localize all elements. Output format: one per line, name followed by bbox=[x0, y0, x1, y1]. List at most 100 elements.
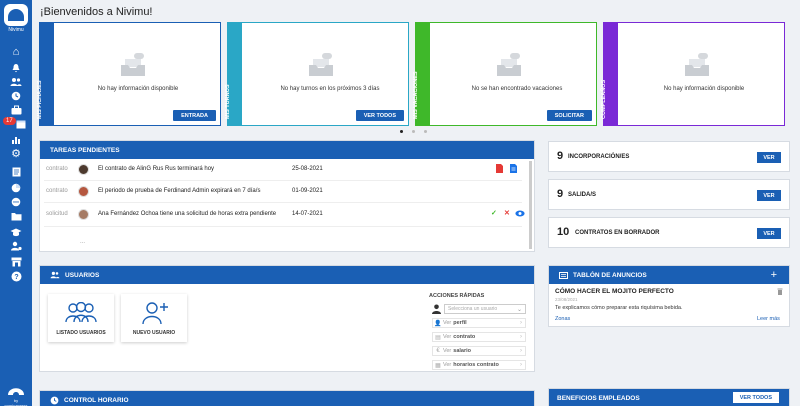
reject-icon[interactable]: ✕ bbox=[504, 210, 510, 217]
store-icon[interactable] bbox=[9, 256, 23, 268]
leer-mas-link[interactable]: Leer más bbox=[757, 316, 780, 322]
control-horario-title: CONTROL HORARIO bbox=[64, 396, 129, 404]
pdf-icon[interactable] bbox=[496, 164, 503, 173]
svg-text:?: ? bbox=[14, 274, 18, 281]
empty-inbox-icon bbox=[309, 53, 333, 76]
carousel-dot[interactable] bbox=[424, 130, 427, 133]
briefcase-icon[interactable] bbox=[9, 104, 23, 116]
pie-chart-icon[interactable] bbox=[9, 182, 23, 194]
action-prefix: Ver bbox=[443, 334, 452, 340]
zonas-link[interactable]: Zonas bbox=[555, 316, 570, 322]
incorporaciones-label: INCORPORACIÓN/ES bbox=[568, 154, 630, 160]
tablon-title: TABLÓN DE ANUNCIOS bbox=[573, 271, 647, 279]
nivimu-footer-logo bbox=[8, 388, 24, 395]
chevron-right-icon: › bbox=[520, 362, 522, 368]
newspaper-icon bbox=[559, 271, 568, 279]
contratos-count: 10 bbox=[557, 226, 570, 238]
avatar bbox=[78, 208, 89, 220]
task-type: contrato bbox=[46, 188, 68, 194]
ver-horarios-action[interactable]: ▦ Ver horarios contrato › bbox=[432, 360, 526, 370]
card-label: MIS TURNOS bbox=[225, 84, 231, 119]
trash-icon[interactable] bbox=[777, 288, 783, 295]
empty-message: No hay información disponible bbox=[663, 86, 745, 92]
task-row[interactable]: contrato El periodo de prueba de Ferdina… bbox=[40, 181, 524, 201]
empty-inbox-icon bbox=[497, 53, 521, 76]
scrollbar[interactable] bbox=[529, 161, 532, 249]
chat-icon[interactable] bbox=[9, 196, 23, 208]
nuevo-usuario-card[interactable]: NUEVO USUARIO bbox=[121, 294, 187, 342]
solicitar-button[interactable]: SOLICITAR bbox=[546, 110, 592, 121]
help-icon[interactable]: ? bbox=[9, 270, 23, 282]
approve-icon[interactable]: ✓ bbox=[491, 210, 497, 217]
ver-perfil-action[interactable]: 👤 Ver perfil › bbox=[432, 318, 526, 328]
announcement-date: 23/08/2021 bbox=[555, 297, 578, 302]
ver-todos-beneficios-button[interactable]: VER TODOS bbox=[732, 392, 779, 403]
empty-inbox-icon bbox=[121, 53, 145, 76]
users-icon[interactable] bbox=[9, 76, 23, 88]
listado-usuarios-card[interactable]: LISTADO USUARIOS bbox=[48, 294, 114, 342]
salidas-card: 9 SALIDA/S VER bbox=[548, 179, 790, 210]
clock-icon[interactable] bbox=[9, 90, 23, 102]
folder-icon[interactable] bbox=[9, 210, 23, 222]
bell-icon[interactable] bbox=[9, 62, 23, 74]
user-icon bbox=[432, 304, 441, 314]
view-icon[interactable] bbox=[515, 210, 525, 217]
chart-icon[interactable] bbox=[9, 134, 23, 146]
card-label: MIS VACACIONES bbox=[413, 71, 419, 119]
card-label: CUMPLEAÑOS bbox=[601, 79, 607, 119]
document-icon[interactable] bbox=[9, 166, 23, 178]
card-mis-fichajes: MIS FICHAJES No hay información disponib… bbox=[37, 22, 221, 126]
contract-icon: ▤ bbox=[435, 334, 441, 341]
tareas-title: TAREAS PENDIENTES bbox=[40, 141, 534, 159]
sidebar: Nivimu ⌂ 17 ⚙ ? by nominapress bbox=[0, 0, 32, 406]
tablon-header: TABLÓN DE ANUNCIOS + bbox=[549, 266, 789, 284]
user-select-placeholder: Selecciona un usuario bbox=[448, 306, 498, 312]
profile-icon: 👤 bbox=[434, 320, 442, 327]
task-text: El contrato de AlinG Rus Rus terminará h… bbox=[98, 166, 215, 172]
empty-message: No se han encontrado vacaciones bbox=[471, 86, 563, 92]
control-horario-header: CONTROL HORARIO bbox=[40, 391, 534, 406]
home-icon[interactable]: ⌂ bbox=[9, 46, 23, 58]
control-horario-panel: CONTROL HORARIO bbox=[39, 390, 535, 406]
action-prefix: Ver bbox=[443, 320, 452, 326]
schedule-icon: ▦ bbox=[435, 362, 441, 369]
add-user-icon bbox=[142, 302, 168, 325]
ver-todos-turnos-button[interactable]: VER TODOS bbox=[355, 110, 404, 121]
task-row[interactable]: contrato El contrato de AlinG Rus Rus te… bbox=[40, 159, 524, 179]
task-text: Ana Fernández Ochoa tiene una solicitud … bbox=[98, 211, 277, 217]
doc-icon[interactable] bbox=[510, 164, 517, 173]
users-icon bbox=[50, 271, 60, 279]
action-prefix: Ver bbox=[443, 348, 452, 354]
graduation-icon[interactable] bbox=[9, 226, 23, 238]
salidas-label: SALIDA/S bbox=[568, 192, 597, 198]
app-logo[interactable] bbox=[4, 4, 28, 26]
user-settings-icon[interactable] bbox=[9, 240, 23, 252]
ver-salario-action[interactable]: € Ver salario › bbox=[432, 346, 526, 356]
calendar-icon[interactable] bbox=[14, 118, 28, 130]
users-group-icon bbox=[65, 302, 97, 323]
card-mis-turnos: MIS TURNOS No hay turnos en los próximos… bbox=[225, 22, 409, 126]
announcement-title[interactable]: CÓMO HACER EL MOJITO PERFECTO bbox=[555, 288, 674, 295]
listado-usuarios-label: LISTADO USUARIOS bbox=[56, 330, 106, 336]
ver-contratos-button[interactable]: VER bbox=[757, 228, 781, 239]
add-announcement-button[interactable]: + bbox=[771, 269, 777, 281]
ver-salidas-button[interactable]: VER bbox=[757, 190, 781, 201]
announcement-body: Te explicamos cómo preparar esta riquísi… bbox=[555, 305, 683, 311]
user-select[interactable]: Selecciona un usuario ⌄ bbox=[444, 304, 526, 314]
acciones-rapidas-title: ACCIONES RÁPIDAS bbox=[429, 293, 485, 299]
ver-incorporaciones-button[interactable]: VER bbox=[757, 152, 781, 163]
carousel-dot[interactable] bbox=[412, 130, 415, 133]
carousel-dots bbox=[400, 130, 427, 133]
action-label: salario bbox=[453, 348, 471, 354]
logo-text: Nivimu bbox=[8, 27, 24, 33]
ver-contrato-action[interactable]: ▤ Ver contrato › bbox=[432, 332, 526, 342]
carousel-dot[interactable] bbox=[400, 130, 403, 133]
action-label: horarios contrato bbox=[453, 362, 499, 368]
task-date: 25-08-2021 bbox=[292, 166, 323, 172]
task-row[interactable]: solicitud Ana Fernández Ochoa tiene una … bbox=[40, 204, 525, 224]
chevron-right-icon: › bbox=[520, 334, 522, 340]
empty-message: No hay información disponible bbox=[97, 86, 179, 92]
chevron-right-icon: › bbox=[520, 348, 522, 354]
entrada-button[interactable]: ENTRADA bbox=[173, 110, 216, 121]
settings-icon[interactable]: ⚙ bbox=[9, 148, 23, 160]
